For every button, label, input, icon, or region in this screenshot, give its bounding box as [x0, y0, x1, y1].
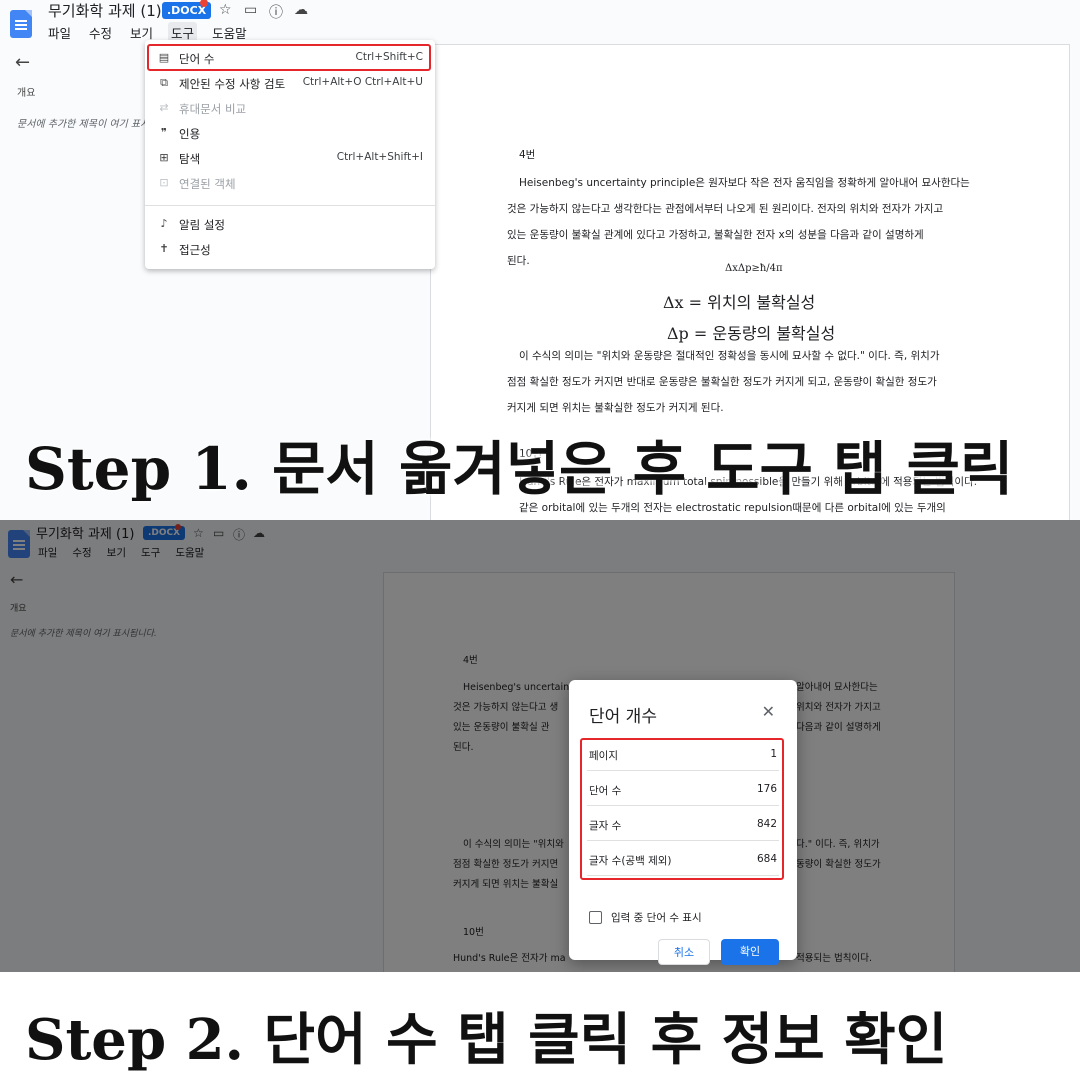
- back-arrow-icon[interactable]: ←: [15, 52, 30, 73]
- equation-delta-p: Δp = 운동량의 불확실성: [667, 324, 836, 343]
- star-icon[interactable]: ☆: [219, 2, 232, 18]
- ok-button[interactable]: 확인: [721, 939, 779, 965]
- cloud-status-icon[interactable]: ☁: [294, 2, 308, 18]
- checkbox-label: 입력 중 단어 수 표시: [611, 912, 702, 924]
- compare-docs-icon: ⇄: [159, 101, 169, 114]
- dialog-title: 단어 개수: [589, 707, 657, 727]
- outline-hint: 문서에 추가한 제목이 여기 표시됩니다.: [17, 119, 145, 130]
- review-edits-icon: ⧉: [160, 76, 168, 89]
- notification-bell-icon: ♪: [160, 217, 168, 230]
- close-icon[interactable]: ✕: [762, 702, 775, 721]
- outline-label: 개요: [17, 88, 36, 99]
- step1-caption: Step 1. 문서 옮겨넣은 후 도구 탭 클릭: [25, 435, 1014, 503]
- tools-dropdown-menu: ▤ 단어 수 Ctrl+Shift+C ⧉ 제안된 수정 사항 검토 Ctrl+…: [145, 40, 435, 269]
- cancel-button[interactable]: 취소: [658, 939, 710, 965]
- doc-title[interactable]: 무기화학 과제 (1): [48, 0, 162, 21]
- equation-uncertainty: ΔxΔp≥ħ/4π: [725, 263, 783, 274]
- equation-delta-x: Δx = 위치의 불확실성: [663, 293, 816, 312]
- modal-overlay[interactable]: [0, 520, 1080, 972]
- menu-item-explore[interactable]: ⊞ 탐색 Ctrl+Alt+Shift+I: [145, 146, 435, 171]
- step1-screenshot: 무기화학 과제 (1) .DOCX ☆ ▭ ⓘ ☁ 파일 수정 보기 도구 도움…: [0, 0, 1080, 520]
- menu-edit[interactable]: 수정: [86, 22, 115, 43]
- highlight-stats: [580, 738, 784, 880]
- docs-logo-icon[interactable]: [10, 10, 32, 38]
- menu-item-linked-objects: ⊡ 연결된 객체: [145, 171, 435, 196]
- menu-file[interactable]: 파일: [45, 22, 74, 43]
- doc-paragraph-2: 이 수식의 의미는 "위치와 운동량은 절대적인 정확성을 동시에 묘사할 수 …: [507, 350, 940, 414]
- doc-heading-4: 4번: [519, 149, 536, 161]
- linked-objects-icon: ⊡: [159, 176, 169, 189]
- menu-item-notification-settings[interactable]: ♪ 알림 설정: [145, 212, 435, 237]
- accessibility-icon: ✝: [159, 242, 169, 255]
- step2-caption: Step 2. 단어 수 탭 클릭 후 정보 확인: [25, 1007, 948, 1073]
- explore-icon: ⊞: [159, 151, 169, 164]
- menu-item-accessibility[interactable]: ✝ 접근성: [145, 237, 435, 262]
- menu-item-citation[interactable]: ❞ 인용: [145, 121, 435, 146]
- step2-screenshot: 무기화학 과제 (1) .DOCX ☆ ▭ ⓘ ☁ 파일 수정 보기 도구 도움…: [0, 520, 1080, 972]
- move-folder-icon[interactable]: ▭: [244, 2, 257, 18]
- menu-item-compare-docs: ⇄ 휴대문서 비교: [145, 96, 435, 121]
- show-word-count-checkbox[interactable]: [589, 911, 602, 924]
- doc-paragraph: Heisenbeg's uncertainty principle은 원자보다 …: [507, 177, 970, 267]
- info-icon[interactable]: ⓘ: [269, 2, 283, 22]
- highlight-word-count: [147, 44, 431, 71]
- menu-item-review-edits[interactable]: ⧉ 제안된 수정 사항 검토 Ctrl+Alt+O Ctrl+Alt+U: [145, 71, 435, 96]
- menu-divider: [145, 205, 435, 206]
- citation-icon: ❞: [161, 126, 167, 139]
- word-count-dialog: 단어 개수 ✕ 페이지 1 단어 수 176 글자 수 842 글자 수(공백 …: [569, 680, 797, 960]
